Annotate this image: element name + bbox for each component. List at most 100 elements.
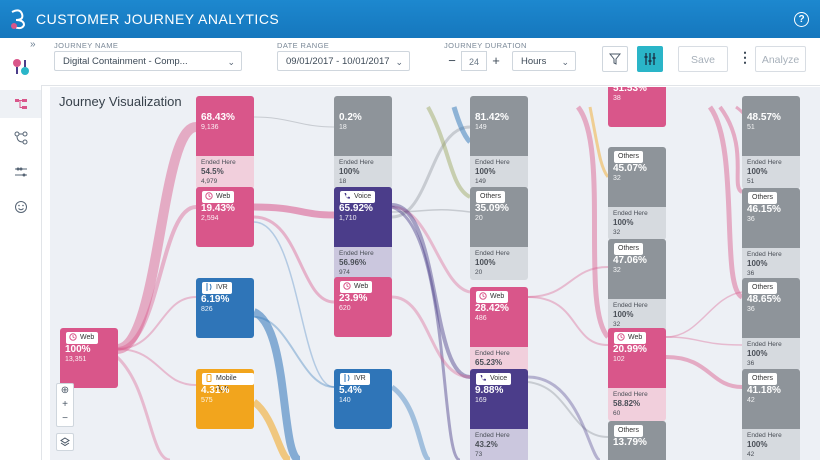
node-count: 36 — [747, 216, 755, 223]
node-percentage: 100% — [65, 344, 91, 355]
analyze-button[interactable]: Analyze — [755, 46, 806, 72]
flow-link — [665, 291, 743, 338]
node-channel-tag: Web — [202, 191, 235, 203]
node-count: 36 — [747, 306, 755, 313]
node-ended-section: Ended Here 100% 51 — [742, 156, 800, 189]
flow-link — [575, 105, 611, 339]
node-channel-tag: IVR — [202, 282, 232, 294]
journey-node-web[interactable]: Web 100% 13,351 — [60, 328, 118, 388]
node-channel-label: Web — [628, 334, 643, 341]
node-ended-section: Ended Here 54.5% 4,979 — [196, 156, 254, 189]
zoom-out-button[interactable]: − — [57, 412, 73, 426]
ended-percentage: 43.2% — [475, 440, 498, 449]
journey-node-ivr[interactable]: IVR 5.4% 140 — [334, 369, 392, 429]
nav-paths[interactable] — [0, 124, 41, 152]
journey-node-web[interactable]: 68.43% 9,136 Ended Here 54.5% 4,979 — [196, 96, 254, 189]
flow-link — [451, 106, 472, 144]
node-ended-section: Ended Here 100% 32 — [608, 207, 666, 240]
node-ended-section: Ended Here 100% 149 — [470, 156, 528, 189]
nav-sentiment[interactable] — [0, 193, 41, 221]
node-channel-label: IVR — [216, 284, 228, 291]
ended-percentage: 65.23% — [475, 358, 503, 367]
filter-button[interactable] — [602, 46, 628, 72]
journey-node-others[interactable]: 0.2% 18 Ended Here 100% 18 — [334, 96, 392, 189]
collapse-chevron-icon[interactable]: » — [30, 39, 36, 50]
flow-link — [665, 336, 743, 346]
ivr-icon — [206, 283, 212, 291]
node-percentage: 35.09% — [475, 203, 509, 214]
nav-visualization[interactable] — [0, 90, 41, 118]
flow-link — [707, 105, 744, 300]
node-channel-tag: Others — [476, 191, 506, 203]
web-icon — [69, 333, 77, 341]
node-header: 48.57% 51 — [742, 96, 800, 156]
flow-link — [390, 384, 432, 460]
node-count: 38 — [613, 95, 621, 102]
zoom-in-button[interactable]: + — [57, 398, 73, 412]
journey-node-web[interactable]: 51.53% 38 — [608, 87, 666, 127]
duration-input[interactable]: 24 — [461, 51, 487, 71]
node-header: Web 23.9% 620 — [334, 277, 392, 337]
node-count: 149 — [475, 124, 487, 131]
node-header: Web 19.43% 2,594 — [196, 187, 254, 247]
node-header: IVR 5.4% 140 — [334, 369, 392, 429]
journey-node-others[interactable]: Others 48.65% 36 Ended Here 100% 36 — [742, 278, 800, 371]
node-percentage: 5.4% — [339, 385, 362, 396]
journey-node-others[interactable]: Others 47.06% 32 Ended Here 100% 32 — [608, 239, 666, 332]
filter-bar: JOURNEY NAME Digital Containment - Comp.… — [41, 38, 820, 86]
node-percentage: 81.42% — [475, 112, 509, 123]
journey-node-mobile[interactable]: Mobile App 4.31% 575 — [196, 369, 254, 429]
journey-node-others[interactable]: Others 35.09% 20 Ended Here 100% 20 — [470, 187, 528, 280]
node-header: Others 47.06% 32 — [608, 239, 666, 299]
journey-node-voice[interactable]: Voice 9.88% 169 Ended Here 43.2% 73 — [470, 369, 528, 460]
ended-percentage: 100% — [747, 167, 768, 176]
journey-node-ivr[interactable]: IVR 6.19% 826 — [196, 278, 254, 338]
ended-here-label: Ended Here — [747, 432, 782, 439]
journey-node-web[interactable]: Web 23.9% 620 — [334, 277, 392, 337]
duration-unit-select[interactable]: Hours ⌄ — [512, 51, 576, 71]
node-channel-label: Others — [618, 427, 640, 434]
layers-icon — [60, 437, 70, 447]
node-channel-tag: Others — [748, 282, 778, 294]
branch-icon — [14, 131, 27, 145]
journey-node-others[interactable]: Others 41.18% 42 Ended Here 100% 42 — [742, 369, 800, 460]
layers-button[interactable] — [56, 433, 74, 451]
web-icon — [479, 292, 487, 300]
journey-canvas[interactable]: Journey Visualization Web 100% 13,351 68.43… — [50, 87, 820, 460]
nav-timeline[interactable] — [0, 158, 41, 186]
node-header: Web 20.99% 102 — [608, 328, 666, 388]
help-icon[interactable]: ? — [794, 12, 809, 27]
node-channel-label: Others — [752, 194, 774, 201]
node-channel-tag: Web — [66, 332, 99, 344]
node-header: IVR 6.19% 826 — [196, 278, 254, 338]
top-bar: CUSTOMER JOURNEY ANALYTICS ? — [0, 0, 820, 38]
phone-icon — [480, 375, 486, 381]
duration-decrement-button[interactable]: − — [445, 51, 459, 71]
node-ended-section: Ended Here 100% 20 — [470, 247, 528, 280]
flow-link — [391, 205, 461, 460]
journey-node-web[interactable]: Web28.42%486Ended Here65.23%317 — [470, 287, 528, 380]
journey-node-others[interactable]: Others 46.15% 36 Ended Here 100% 36 — [742, 188, 800, 281]
nav-journey-map[interactable] — [0, 50, 41, 84]
node-percentage: 9.88% — [475, 385, 504, 396]
node-percentage: 23.9% — [339, 293, 368, 304]
node-channel-tag: IVR — [340, 373, 370, 385]
recenter-button[interactable]: ⊕ — [57, 384, 73, 398]
journey-node-others[interactable]: 48.57% 51 Ended Here 100% 51 — [742, 96, 800, 189]
ended-here-label: Ended Here — [475, 250, 510, 257]
save-button[interactable]: Save — [678, 46, 728, 72]
more-options-icon[interactable]: ⋮ — [738, 49, 752, 66]
journey-node-web[interactable]: Web 20.99% 102 Ended Here 58.82% 60 — [608, 328, 666, 421]
journey-node-others[interactable]: Others 45.07% 32 Ended Here 100% 32 — [608, 147, 666, 240]
duration-increment-button[interactable]: + — [489, 51, 503, 71]
journey-node-web[interactable]: Web 19.43% 2,594 — [196, 187, 254, 247]
date-range-select[interactable]: 09/01/2017 - 10/01/2017 ⌄ — [277, 51, 410, 71]
node-channel-tag: Web — [340, 281, 373, 293]
settings-sliders-button[interactable] — [637, 46, 663, 72]
node-header: Web 100% 13,351 — [60, 328, 118, 388]
journey-name-select[interactable]: Digital Containment - Comp... ⌄ — [54, 51, 242, 71]
journey-node-others[interactable]: 81.42% 149 Ended Here 100% 149 — [470, 96, 528, 189]
node-channel-label: Web — [490, 293, 505, 300]
journey-node-voice[interactable]: Voice 65.92% 1,710 Ended Here 56.96% 974 — [334, 187, 392, 280]
journey-node-others[interactable]: Others 13.79% — [608, 421, 666, 460]
